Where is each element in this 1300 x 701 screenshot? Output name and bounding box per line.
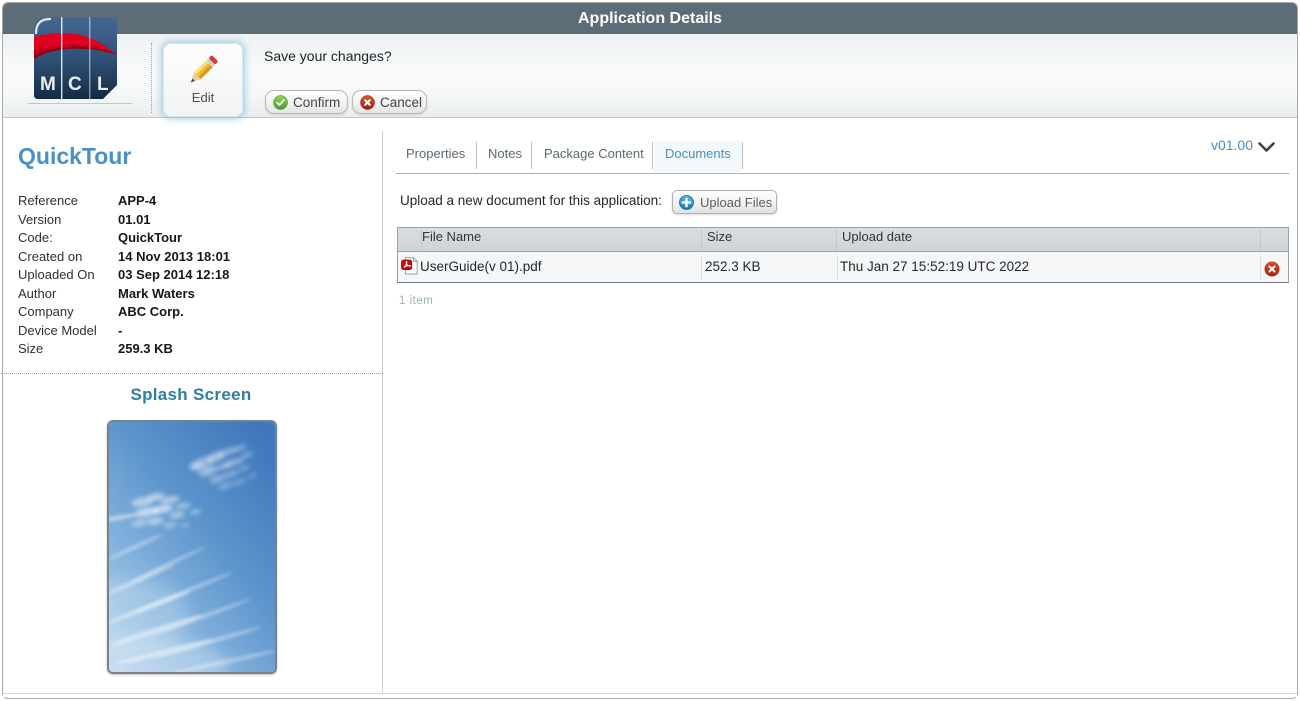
svg-text:L: L bbox=[97, 74, 109, 95]
svg-text:C: C bbox=[68, 74, 82, 95]
svg-text:M: M bbox=[40, 74, 56, 95]
